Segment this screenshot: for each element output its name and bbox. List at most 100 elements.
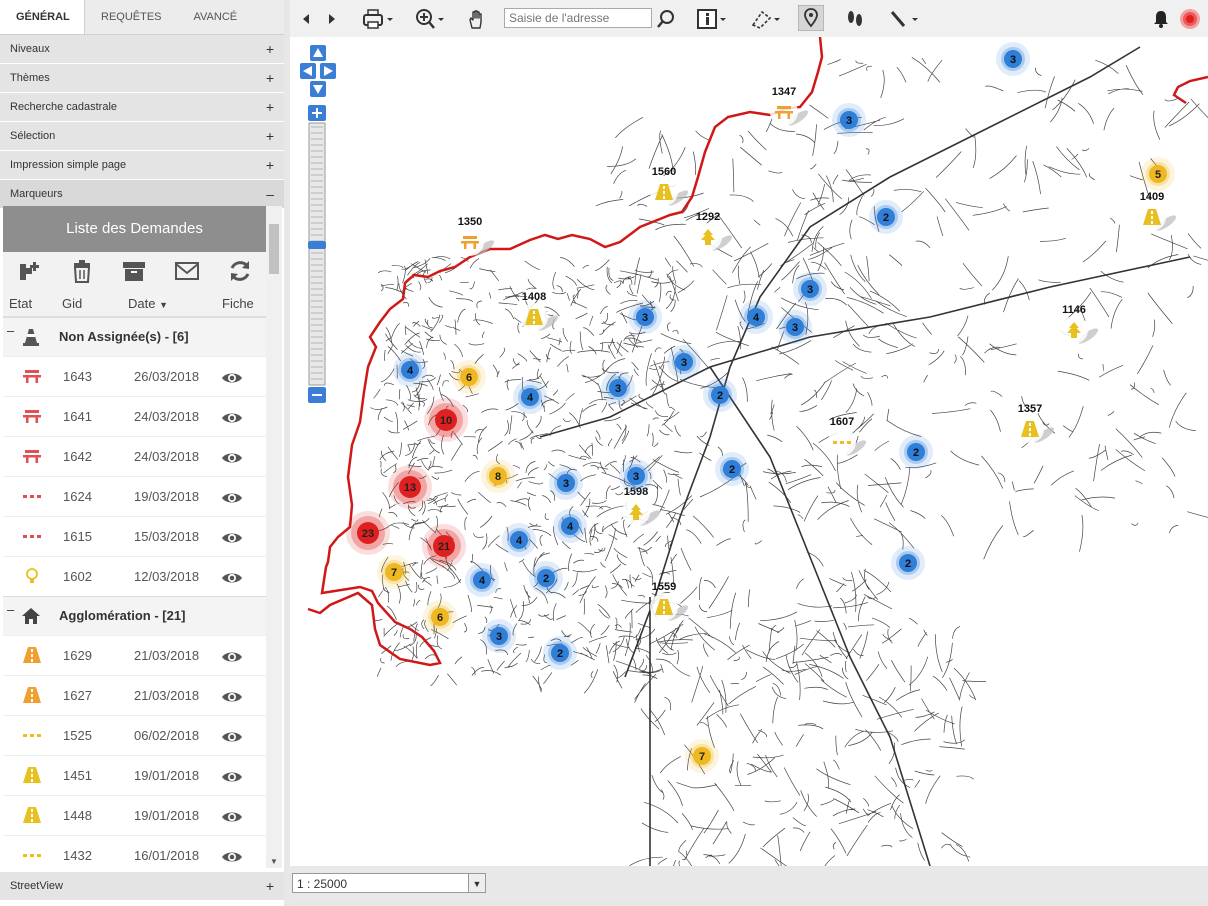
- marker-cluster[interactable]: 23: [346, 511, 390, 555]
- notification-bell-icon[interactable]: [1152, 8, 1170, 30]
- eye-icon[interactable]: [221, 531, 243, 545]
- marker-cluster[interactable]: 3: [628, 300, 662, 334]
- marker-cluster[interactable]: 4: [393, 353, 427, 387]
- list-item[interactable]: 1525 06/02/2018: [3, 715, 266, 755]
- marker-cluster[interactable]: 21: [422, 524, 466, 568]
- tab-general[interactable]: GÉNÉRAL: [0, 0, 85, 34]
- zoom-handle[interactable]: [308, 241, 326, 249]
- list-item[interactable]: 1642 24/03/2018: [3, 436, 266, 476]
- tab-requetes[interactable]: REQUÊTES: [85, 0, 178, 34]
- refresh-icon[interactable]: [227, 258, 253, 284]
- marker-cluster[interactable]: 6: [452, 360, 486, 394]
- list-item[interactable]: 1448 19/01/2018: [3, 795, 266, 835]
- collapse-group-icon[interactable]: –: [7, 591, 14, 629]
- accordion-marqueurs[interactable]: Marqueurs –: [0, 180, 284, 209]
- request-marker[interactable]: 1347: [770, 86, 810, 128]
- list-item[interactable]: 1629 21/03/2018: [3, 635, 266, 675]
- request-marker[interactable]: 1146: [1060, 304, 1100, 346]
- accordion-niveaux[interactable]: Niveaux +: [0, 35, 284, 64]
- add-marker-icon[interactable]: [16, 258, 42, 284]
- footprints-icon[interactable]: [844, 8, 866, 30]
- marker-cluster[interactable]: 5: [1141, 157, 1175, 191]
- marker-cluster[interactable]: 4: [465, 563, 499, 597]
- scroll-down-icon[interactable]: ▼: [270, 857, 278, 866]
- accordion-streetview[interactable]: StreetView +: [0, 872, 284, 900]
- group-header[interactable]: – Non Assignée(s) - [6]: [3, 317, 266, 356]
- eye-icon[interactable]: [221, 491, 243, 505]
- pan-hand-icon[interactable]: [466, 8, 488, 30]
- marker-cluster[interactable]: 2: [869, 200, 903, 234]
- search-icon[interactable]: [656, 8, 678, 30]
- marker-cluster[interactable]: 2: [543, 636, 577, 670]
- marker-cluster[interactable]: 13: [388, 465, 432, 509]
- marker-cluster[interactable]: 3: [996, 42, 1030, 76]
- list-item[interactable]: 1643 26/03/2018: [3, 356, 266, 396]
- accordion-recherche-cadastrale[interactable]: Recherche cadastrale +: [0, 93, 284, 122]
- marker-cluster[interactable]: 8: [481, 459, 515, 493]
- map-view[interactable]: 1347 1560 1292 1350 1409 1408 1146 1607 1357 1598…: [290, 37, 1208, 866]
- pan-control[interactable]: [300, 45, 336, 97]
- chevron-down-icon[interactable]: ▼: [468, 874, 485, 892]
- marker-cluster[interactable]: 3: [778, 310, 812, 344]
- marker-cluster[interactable]: 4: [739, 300, 773, 334]
- marker-cluster[interactable]: 10: [424, 398, 468, 442]
- scrollbar-thumb[interactable]: [269, 224, 279, 274]
- list-item[interactable]: 1641 24/03/2018: [3, 396, 266, 436]
- accordion-impression[interactable]: Impression simple page +: [0, 151, 284, 180]
- zoom-slider[interactable]: [308, 105, 326, 403]
- trash-icon[interactable]: [69, 258, 95, 284]
- marker-cluster[interactable]: 2: [891, 546, 925, 580]
- request-marker[interactable]: 1409: [1138, 191, 1178, 233]
- marker-cluster[interactable]: 3: [667, 345, 701, 379]
- marker-cluster[interactable]: 3: [549, 466, 583, 500]
- alert-pulse-icon[interactable]: [1178, 7, 1202, 31]
- list-scrollbar[interactable]: ▼: [266, 206, 282, 868]
- print-icon[interactable]: [362, 8, 396, 30]
- eye-icon[interactable]: [221, 650, 243, 664]
- marker-cluster[interactable]: 4: [513, 380, 547, 414]
- marker-cluster[interactable]: 3: [619, 459, 653, 493]
- eye-icon[interactable]: [221, 730, 243, 744]
- request-marker[interactable]: 1350: [456, 216, 496, 258]
- marker-cluster[interactable]: 3: [832, 103, 866, 137]
- request-marker[interactable]: 1559: [650, 581, 690, 623]
- marker-cluster[interactable]: 3: [793, 272, 827, 306]
- marker-cluster[interactable]: 6: [423, 600, 457, 634]
- accordion-selection[interactable]: Sélection +: [0, 122, 284, 151]
- marker-cluster[interactable]: 2: [715, 452, 749, 486]
- list-item[interactable]: 1451 19/01/2018: [3, 755, 266, 795]
- list-item[interactable]: 1624 19/03/2018: [3, 476, 266, 516]
- address-search-input[interactable]: [504, 8, 652, 28]
- request-marker[interactable]: 1598: [622, 486, 662, 528]
- accordion-themes[interactable]: Thèmes +: [0, 64, 284, 93]
- list-item[interactable]: 1627 21/03/2018: [3, 675, 266, 715]
- info-icon[interactable]: [696, 8, 730, 30]
- map-canvas[interactable]: 1347156012921350140914081146160713571598…: [290, 37, 1208, 866]
- back-icon[interactable]: [300, 8, 312, 30]
- marker-cluster[interactable]: 4: [553, 509, 587, 543]
- list-item[interactable]: 1615 15/03/2018: [3, 516, 266, 556]
- marker-cluster[interactable]: 7: [685, 739, 719, 773]
- group-header[interactable]: – Agglomération - [21]: [3, 596, 266, 635]
- eye-icon[interactable]: [221, 571, 243, 585]
- marker-cluster[interactable]: 7: [377, 555, 411, 589]
- eye-icon[interactable]: [221, 411, 243, 425]
- request-marker[interactable]: 1357: [1016, 403, 1056, 445]
- eye-icon[interactable]: [221, 810, 243, 824]
- forward-icon[interactable]: [326, 8, 338, 30]
- location-pin-icon[interactable]: [798, 5, 824, 31]
- eye-icon[interactable]: [221, 690, 243, 704]
- column-date[interactable]: Date ▼: [128, 296, 168, 311]
- marker-cluster[interactable]: 4: [502, 523, 536, 557]
- eye-icon[interactable]: [221, 371, 243, 385]
- request-marker[interactable]: 1560: [650, 166, 690, 208]
- measure-icon[interactable]: [750, 8, 784, 30]
- marker-cluster[interactable]: 3: [601, 371, 635, 405]
- request-marker[interactable]: 1408: [520, 291, 560, 333]
- eye-icon[interactable]: [221, 451, 243, 465]
- zoom-in-icon[interactable]: [414, 8, 448, 30]
- scale-select[interactable]: 1 : 25000 ▼: [292, 873, 486, 893]
- request-marker[interactable]: 1607: [828, 416, 868, 458]
- draw-pen-icon[interactable]: [888, 8, 922, 30]
- marker-cluster[interactable]: 2: [899, 435, 933, 469]
